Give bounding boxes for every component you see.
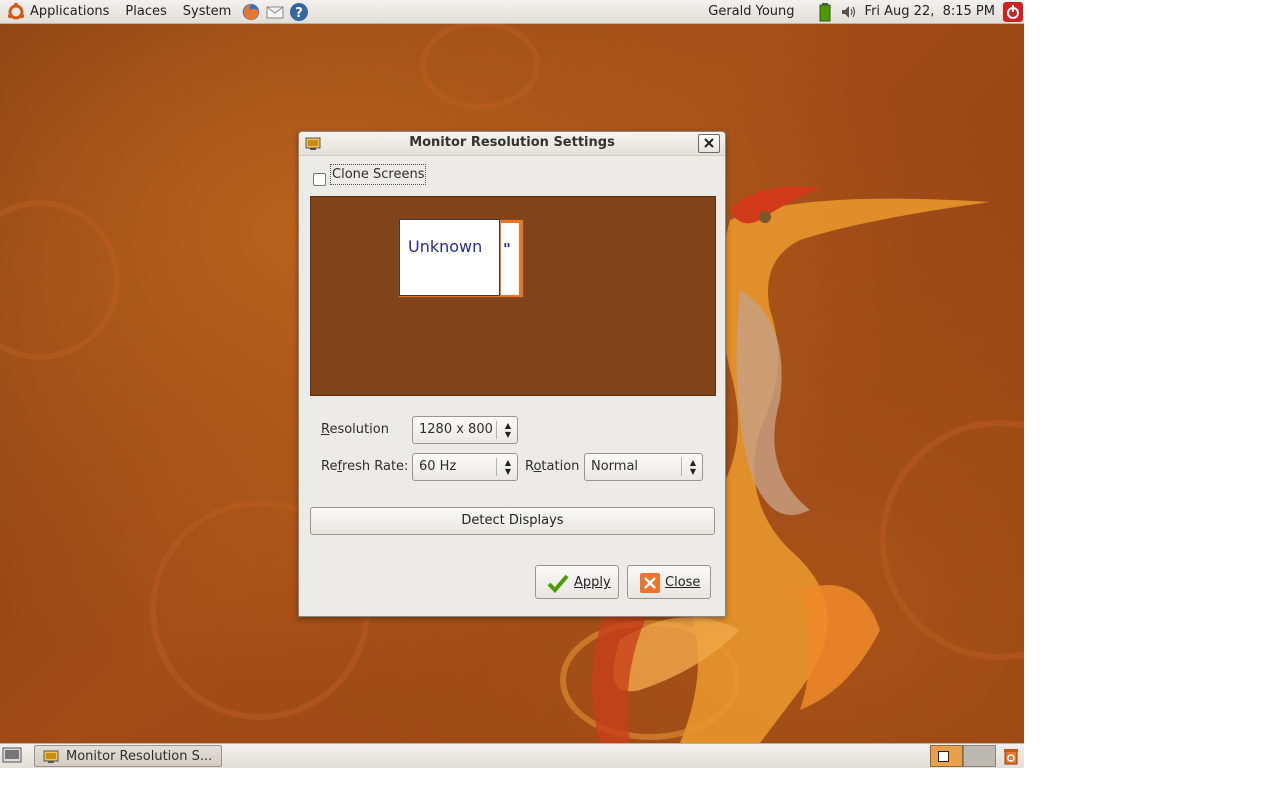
- checkmark-icon: [547, 574, 569, 593]
- user-name[interactable]: Gerald Young: [700, 0, 802, 24]
- window-close-button[interactable]: [698, 134, 720, 153]
- dialog-titlebar[interactable]: Monitor Resolution Settings: [299, 132, 725, 156]
- workspace-1[interactable]: [930, 745, 963, 767]
- apply-label: Apply: [574, 575, 611, 590]
- close-label: Close: [665, 575, 701, 590]
- power-icon[interactable]: [1003, 2, 1023, 22]
- wallpaper-swirl: [420, 20, 540, 110]
- battery-icon[interactable]: [815, 2, 835, 22]
- monitor-unknown[interactable]: Unknown: [399, 219, 500, 296]
- close-button[interactable]: Close: [627, 565, 711, 599]
- show-desktop-icon[interactable]: [2, 747, 22, 765]
- monitor-layout-area[interactable]: " Unknown: [310, 196, 716, 396]
- rotation-label: Rotation: [525, 459, 580, 474]
- top-panel: Applications Places System ? Gerald Youn…: [0, 0, 1024, 24]
- ubuntu-logo-icon[interactable]: [6, 2, 26, 22]
- monitor-app-icon: [43, 750, 59, 763]
- resolution-combobox[interactable]: 1280 x 800 ▲ ▼: [412, 416, 518, 444]
- menu-applications[interactable]: Applications: [28, 0, 117, 24]
- combo-arrows-icon: ▲ ▼: [504, 458, 511, 476]
- taskbar-window-button[interactable]: Monitor Resolution S...: [34, 745, 222, 767]
- monitor-resolution-dialog: Monitor Resolution Settings Clone Screen…: [298, 131, 726, 617]
- bottom-panel: Monitor Resolution S...: [0, 743, 1024, 768]
- close-x-icon: [704, 138, 714, 148]
- combo-arrows-icon: ▲ ▼: [504, 421, 511, 439]
- detect-displays-label: Detect Displays: [461, 513, 564, 528]
- detect-displays-button[interactable]: Detect Displays: [310, 507, 715, 535]
- menu-system[interactable]: System: [175, 0, 239, 24]
- wallpaper-swirl: [0, 200, 120, 360]
- monitor-unknown-label: Unknown: [408, 237, 483, 256]
- mail-icon[interactable]: [265, 2, 285, 22]
- workspace-2[interactable]: [963, 745, 996, 767]
- menu-places[interactable]: Places: [117, 0, 174, 24]
- workspace-switcher[interactable]: [930, 745, 996, 767]
- taskbar-window-label: Monitor Resolution S...: [66, 749, 213, 764]
- svg-text:?: ?: [295, 6, 303, 21]
- trash-icon[interactable]: [1002, 747, 1020, 765]
- resolution-label: Resolution: [321, 422, 389, 437]
- volume-icon[interactable]: [839, 2, 859, 22]
- apply-button[interactable]: Apply: [535, 565, 619, 599]
- refresh-rate-label: Refresh Rate:: [321, 459, 409, 474]
- clone-screens-label[interactable]: Clone Screens: [330, 164, 427, 185]
- combo-arrows-icon: ▲ ▼: [689, 458, 696, 476]
- dialog-title: Monitor Resolution Settings: [409, 135, 615, 150]
- clone-screens-checkbox[interactable]: [313, 173, 326, 186]
- close-x-icon: [640, 573, 660, 593]
- help-icon[interactable]: ?: [289, 2, 309, 22]
- refresh-rate-combobox[interactable]: 60 Hz ▲ ▼: [412, 453, 518, 481]
- clock[interactable]: Fri Aug 22, 8:15 PM: [861, 0, 1001, 24]
- monitor-behind-label: ": [503, 240, 511, 258]
- rotation-combobox[interactable]: Normal ▲ ▼: [584, 453, 703, 481]
- firefox-icon[interactable]: [241, 2, 261, 22]
